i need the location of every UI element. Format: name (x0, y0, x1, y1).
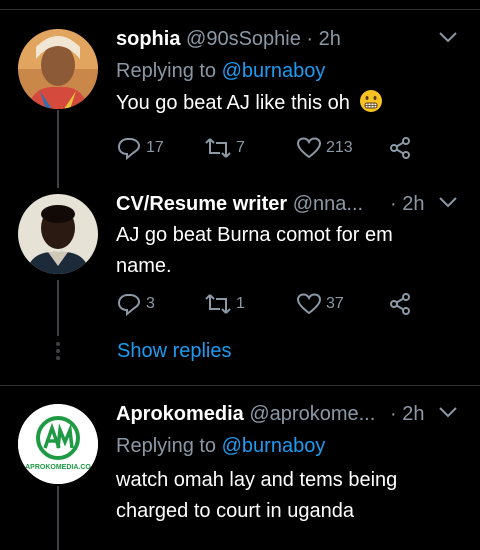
avatar-photo (18, 29, 98, 109)
user-handle[interactable]: @90sSophie (186, 28, 301, 50)
share-button[interactable] (388, 136, 412, 160)
mention-link[interactable]: @burnaboy (222, 435, 326, 457)
tweet-text-line: watch omah lay and tems being (116, 469, 398, 491)
reply-icon (117, 138, 141, 160)
tweet-actions: 3 1 37 (116, 292, 436, 316)
tweet-text: watch omah lay and tems being charged to… (116, 465, 456, 527)
avatar-photo (18, 194, 98, 274)
tweet-text: AJ go beat Burna comot for em name. (116, 220, 456, 282)
tweet-time: · 2h (390, 193, 424, 216)
retweet-button[interactable]: 1 (204, 292, 245, 316)
retweet-button[interactable]: 7 (204, 136, 245, 160)
timestamp[interactable]: 2h (402, 403, 424, 425)
reply-count: 3 (146, 295, 155, 312)
chevron-down-icon[interactable] (438, 195, 458, 214)
retweet-icon (205, 294, 231, 314)
display-name[interactable]: Aprokomedia (116, 403, 244, 425)
tweet-text: You go beat AJ like this oh (116, 88, 456, 119)
tweet-text-content: You go beat AJ like this oh (116, 92, 350, 114)
like-count: 213 (326, 139, 353, 156)
thread-line (57, 280, 59, 336)
top-divider (0, 9, 480, 10)
reply-button[interactable]: 17 (116, 136, 164, 160)
thread-line (57, 486, 59, 550)
avatar-sophia[interactable] (18, 29, 98, 109)
heart-icon (296, 293, 322, 315)
timestamp[interactable]: 2h (319, 28, 341, 50)
replying-prefix: Replying to (116, 60, 217, 82)
show-replies-link[interactable]: Show replies (117, 340, 232, 363)
chevron-down-icon[interactable] (438, 30, 458, 49)
like-button[interactable]: 37 (296, 292, 344, 316)
share-icon (390, 293, 410, 315)
separator-dot: · (390, 403, 397, 425)
aprokomedia-logo-icon (18, 404, 98, 484)
share-icon (390, 137, 410, 159)
retweet-count: 1 (236, 295, 245, 312)
avatar-logo-text: APROKOMEDIA.CO (25, 464, 91, 471)
display-name[interactable]: CV/Resume writer (116, 193, 287, 215)
tweet-header: CV/Resume writer @nna... (116, 193, 363, 216)
chevron-down-icon[interactable] (438, 405, 458, 424)
grimacing-face-icon (360, 90, 383, 112)
tweet-divider (0, 385, 480, 386)
like-button[interactable]: 213 (296, 136, 353, 160)
thread-dots-icon (56, 342, 60, 363)
reply-button[interactable]: 3 (116, 292, 155, 316)
avatar-cv-resume-writer[interactable] (18, 194, 98, 274)
tweet-text-line: name. (116, 255, 172, 277)
reply-count: 17 (146, 139, 164, 156)
avatar-aprokomedia[interactable]: APROKOMEDIA.CO (18, 404, 98, 484)
tweet-time: · 2h (390, 403, 424, 426)
tweet-text-line: charged to court in uganda (116, 500, 354, 522)
reply-icon (117, 294, 141, 316)
user-handle[interactable]: @aprokome... (249, 403, 375, 425)
heart-icon (296, 137, 322, 159)
tweet-actions: 17 7 213 (116, 136, 436, 160)
tweet-text-line: AJ go beat Burna comot for em (116, 224, 393, 246)
like-count: 37 (326, 295, 344, 312)
timestamp[interactable]: 2h (402, 193, 424, 215)
retweet-count: 7 (236, 139, 245, 156)
tweet-header: sophia @90sSophie · 2h (116, 28, 341, 51)
tweet-header: Aprokomedia @aprokome... (116, 403, 375, 426)
share-button[interactable] (388, 292, 412, 316)
separator-dot: · (390, 193, 397, 215)
thread-line (57, 110, 59, 188)
user-handle[interactable]: @nna... (293, 193, 363, 215)
replying-prefix: Replying to (116, 435, 217, 457)
replying-to: Replying to @burnaboy (116, 60, 325, 83)
mention-link[interactable]: @burnaboy (222, 60, 326, 82)
display-name[interactable]: sophia (116, 28, 180, 50)
retweet-icon (205, 138, 231, 158)
separator-dot: · (306, 28, 314, 50)
replying-to: Replying to @burnaboy (116, 435, 325, 458)
